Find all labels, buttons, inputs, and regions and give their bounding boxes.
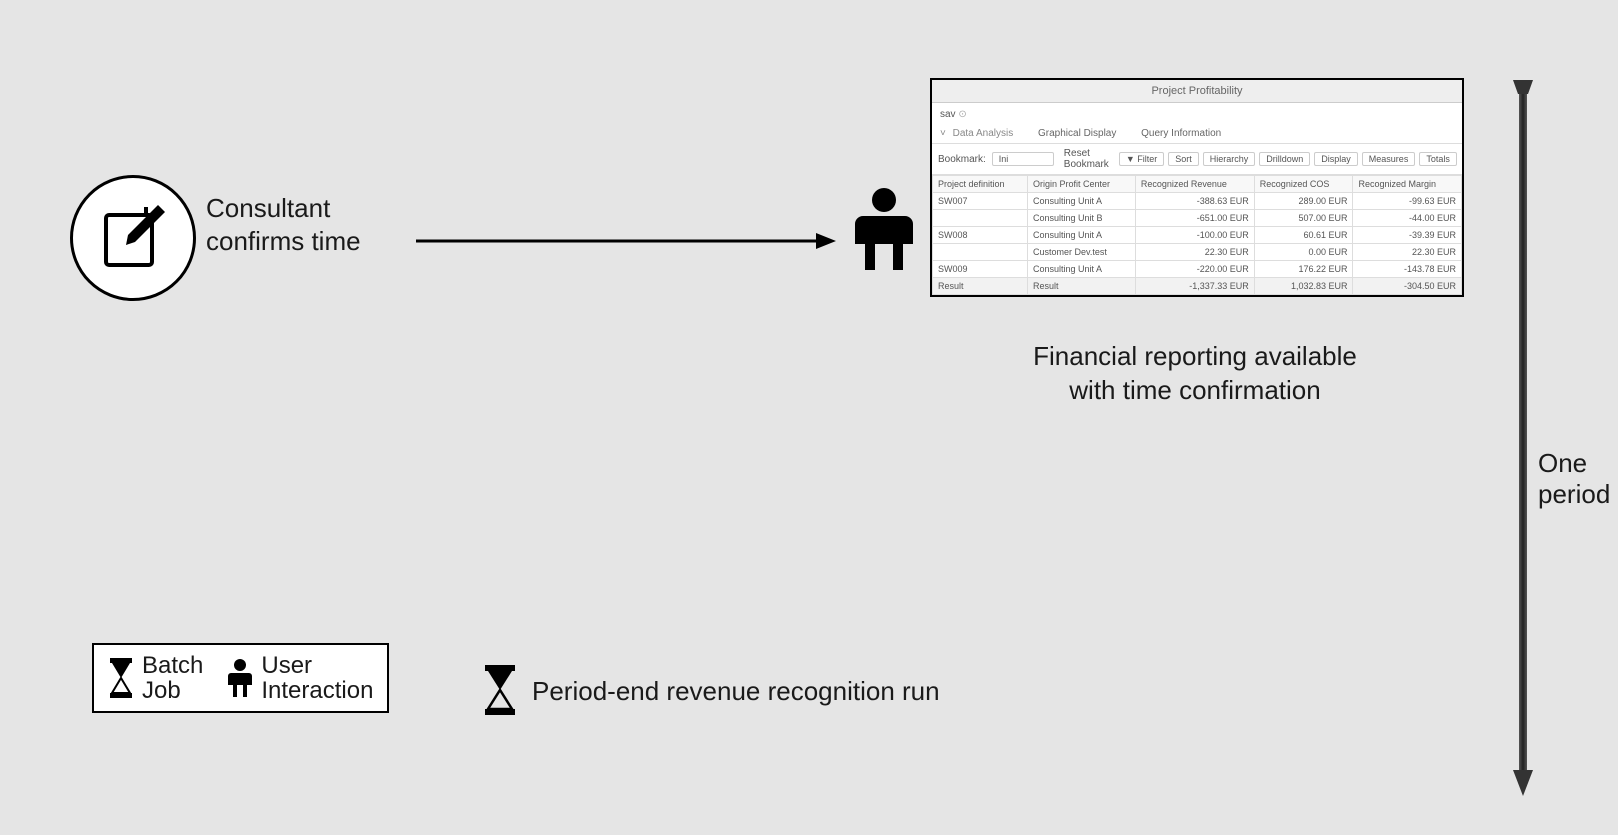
periodend-label: Period-end revenue recognition run bbox=[532, 676, 940, 707]
tab-graphical-display[interactable]: Graphical Display bbox=[1038, 128, 1116, 139]
text: with time confirmation bbox=[1069, 375, 1320, 405]
bookmark-select[interactable]: Ini bbox=[992, 152, 1054, 166]
tab-data-analysis[interactable]: Data Analysis bbox=[953, 128, 1014, 139]
reset-bookmark-button[interactable]: Reset Bookmark bbox=[1064, 148, 1109, 170]
table-row: Consulting Unit B-651.00 EUR507.00 EUR-4… bbox=[933, 210, 1462, 227]
text: Consultant bbox=[206, 193, 330, 223]
person-icon bbox=[853, 186, 915, 272]
col-recognized-margin: Recognized Margin bbox=[1353, 176, 1462, 193]
col-project-definition: Project definition bbox=[933, 176, 1028, 193]
table-row: SW008Consulting Unit A-100.00 EUR60.61 E… bbox=[933, 227, 1462, 244]
hourglass-icon bbox=[108, 658, 134, 698]
table-row: SW007Consulting Unit A-388.63 EUR289.00 … bbox=[933, 193, 1462, 210]
report-toolbar: Bookmark: Ini Reset Bookmark ▼ Filter So… bbox=[932, 144, 1462, 175]
legend-user-interaction: User Interaction bbox=[227, 653, 373, 703]
report-caption: Financial reporting available with time … bbox=[930, 340, 1460, 408]
report-screenshot: Project Profitability sav ⊙ ˅ Data Analy… bbox=[930, 78, 1464, 297]
legend-batch-job: Batch Job bbox=[108, 653, 203, 703]
report-tabs: ˅ Data Analysis Graphical Display Query … bbox=[932, 124, 1462, 144]
col-recognized-revenue: Recognized Revenue bbox=[1135, 176, 1254, 193]
legend: Batch Job User Interaction bbox=[92, 643, 389, 713]
hierarchy-button[interactable]: Hierarchy bbox=[1203, 152, 1256, 166]
text: confirms time bbox=[206, 226, 361, 256]
col-origin-profit-center: Origin Profit Center bbox=[1028, 176, 1136, 193]
drilldown-button[interactable]: Drilldown bbox=[1259, 152, 1310, 166]
timeline-arrow-icon bbox=[1510, 80, 1536, 800]
text: Job bbox=[142, 677, 181, 704]
text: Interaction bbox=[261, 677, 373, 704]
text: Batch bbox=[142, 652, 203, 679]
report-saved-hint: sav ⊙ bbox=[932, 103, 1462, 124]
table-row: SW009Consulting Unit A-220.00 EUR176.22 … bbox=[933, 261, 1462, 278]
col-recognized-cos: Recognized COS bbox=[1254, 176, 1353, 193]
table-result-row: ResultResult-1,337.33 EUR1,032.83 EUR-30… bbox=[933, 278, 1462, 295]
hourglass-icon bbox=[483, 665, 517, 715]
consultant-label: Consultant confirms time bbox=[206, 192, 361, 257]
timeline-label: One period bbox=[1538, 448, 1618, 510]
bookmark-label: Bookmark: bbox=[938, 154, 986, 165]
filter-button[interactable]: ▼ Filter bbox=[1119, 152, 1164, 166]
report-table: Project definition Origin Profit Center … bbox=[932, 175, 1462, 295]
edit-note-icon bbox=[70, 175, 196, 301]
table-row: Customer Dev.test22.30 EUR0.00 EUR22.30 … bbox=[933, 244, 1462, 261]
flow-arrow-icon bbox=[416, 229, 836, 253]
report-title: Project Profitability bbox=[932, 80, 1462, 103]
tab-query-information[interactable]: Query Information bbox=[1141, 128, 1221, 139]
text: User bbox=[261, 652, 312, 679]
text: Financial reporting available bbox=[1033, 341, 1357, 371]
totals-button[interactable]: Totals bbox=[1419, 152, 1457, 166]
person-icon bbox=[227, 658, 253, 698]
display-button[interactable]: Display bbox=[1314, 152, 1358, 166]
measures-button[interactable]: Measures bbox=[1362, 152, 1416, 166]
sort-button[interactable]: Sort bbox=[1168, 152, 1199, 166]
